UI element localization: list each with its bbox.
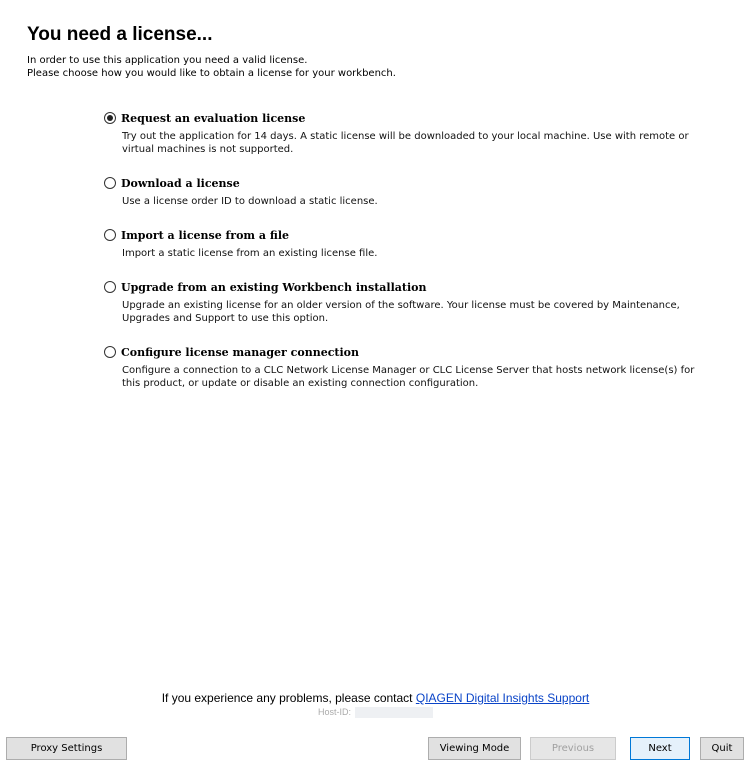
- option-upgrade: Upgrade from an existing Workbench insta…: [104, 279, 704, 325]
- option-download: Download a license Use a license order I…: [104, 175, 704, 208]
- option-label[interactable]: Import a license from a file: [121, 229, 289, 242]
- option-description: Upgrade an existing license for an older…: [122, 300, 680, 324]
- radio-unselected-icon[interactable]: [104, 346, 116, 358]
- radio-unselected-icon[interactable]: [104, 229, 116, 241]
- option-label[interactable]: Upgrade from an existing Workbench insta…: [121, 281, 427, 294]
- license-wizard-page: You need a license... In order to use th…: [0, 0, 751, 720]
- next-button[interactable]: Next: [630, 737, 690, 760]
- host-id: Host-ID:: [0, 707, 751, 719]
- host-id-label: Host-ID:: [317, 707, 351, 717]
- option-description: Import a static license from an existing…: [122, 248, 378, 259]
- quit-button[interactable]: Quit: [700, 737, 744, 760]
- option-license-manager-radio-row[interactable]: Configure license manager connection: [104, 344, 704, 360]
- radio-unselected-icon[interactable]: [104, 281, 116, 293]
- license-options: Request an evaluation license Try out th…: [104, 110, 704, 409]
- option-download-radio-row[interactable]: Download a license: [104, 175, 704, 191]
- previous-button[interactable]: Previous: [530, 737, 616, 760]
- option-evaluation-radio-row[interactable]: Request an evaluation license: [104, 110, 704, 126]
- support-line: If you experience any problems, please c…: [0, 691, 751, 705]
- viewing-mode-button[interactable]: Viewing Mode: [428, 737, 521, 760]
- radio-unselected-icon[interactable]: [104, 177, 116, 189]
- option-license-manager: Configure license manager connection Con…: [104, 344, 704, 390]
- option-description: Configure a connection to a CLC Network …: [122, 365, 695, 389]
- option-label[interactable]: Request an evaluation license: [121, 112, 305, 125]
- intro-line: In order to use this application you nee…: [27, 55, 308, 66]
- option-import-radio-row[interactable]: Import a license from a file: [104, 227, 704, 243]
- option-label[interactable]: Download a license: [121, 177, 240, 190]
- support-text: If you experience any problems, please c…: [161, 691, 413, 705]
- host-id-value-redacted: [355, 707, 433, 719]
- proxy-settings-button[interactable]: Proxy Settings: [6, 737, 127, 760]
- option-description: Try out the application for 14 days. A s…: [122, 131, 689, 155]
- support-link[interactable]: QIAGEN Digital Insights Support: [416, 691, 589, 705]
- radio-selected-icon[interactable]: [104, 112, 116, 124]
- option-label[interactable]: Configure license manager connection: [121, 346, 359, 359]
- intro-line: Please choose how you would like to obta…: [27, 68, 396, 79]
- option-description: Use a license order ID to download a sta…: [122, 196, 378, 207]
- option-evaluation: Request an evaluation license Try out th…: [104, 110, 704, 156]
- option-import: Import a license from a file Import a st…: [104, 227, 704, 260]
- page-title: You need a license...: [27, 24, 213, 45]
- option-upgrade-radio-row[interactable]: Upgrade from an existing Workbench insta…: [104, 279, 704, 295]
- intro-text: In order to use this application you nee…: [27, 54, 396, 80]
